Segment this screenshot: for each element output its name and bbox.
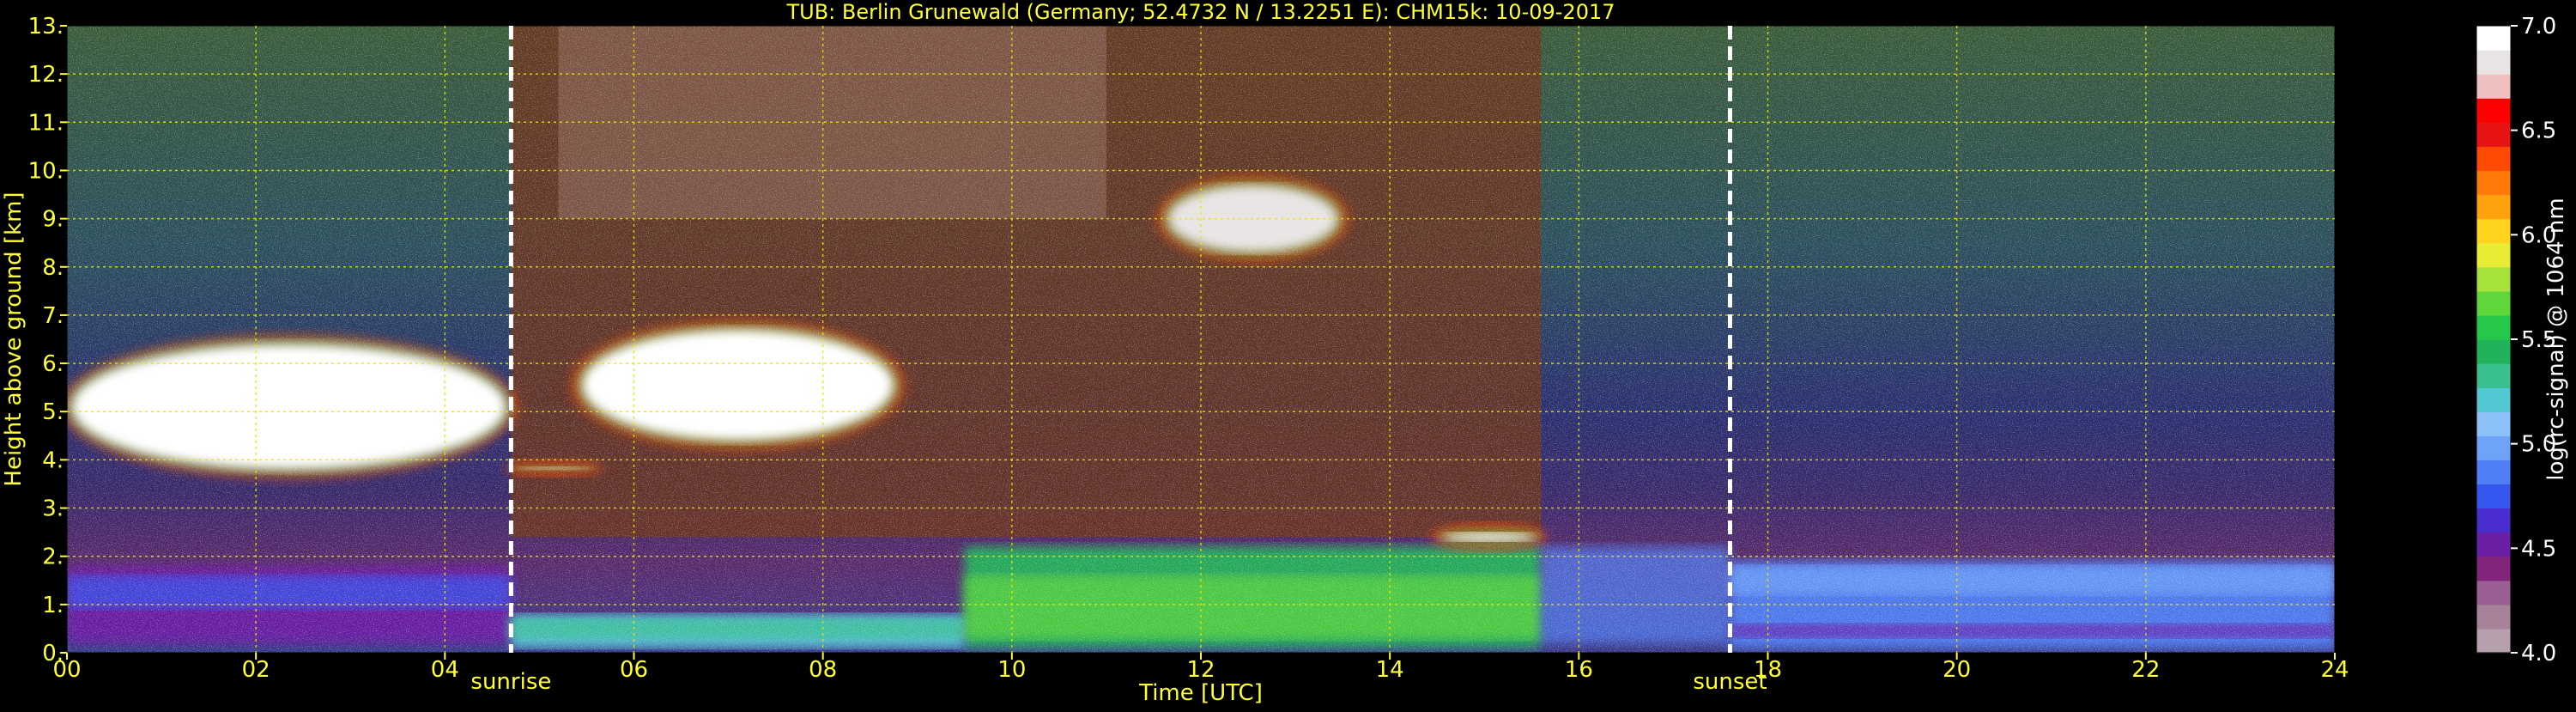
y-tick-label: 13. — [28, 14, 64, 40]
colorbar-segment — [2476, 411, 2511, 436]
colorbar-segment — [2476, 170, 2511, 196]
x-tick-label: 10 — [997, 657, 1026, 683]
plot-area — [67, 26, 2335, 653]
colorbar-tick-label: 6.5 — [2521, 119, 2556, 144]
y-tick-label: 8. — [42, 255, 64, 281]
colorbar-label: log(rc-signal) @ 1064 nm — [2543, 198, 2569, 480]
colorbar-segment — [2476, 314, 2511, 340]
colorbar-segment — [2476, 290, 2511, 316]
colorbar-segment — [2476, 122, 2511, 147]
colorbar-segment — [2476, 387, 2511, 412]
ceilometer-chart: sunrise sunset 00 02 04 06 08 10 12 14 16 18 20 22 24… — [1, 0, 2569, 706]
colorbar-segment — [2476, 484, 2511, 509]
y-tick-label: 6. — [42, 351, 64, 377]
y-tick-label: 11. — [28, 110, 64, 136]
x-tick-label: 20 — [1943, 657, 1971, 683]
y-axis: 0. 1. 2. 3. 4. 5. 6. 7. 8. 9. 10. 11. 12. 13. — [28, 14, 67, 666]
colorbar-segment — [2476, 98, 2511, 123]
colorbar-segment — [2476, 266, 2511, 292]
x-axis: 00 02 04 06 08 10 12 14 16 18 20 22 24 — [52, 653, 2349, 683]
colorbar-segment — [2476, 435, 2511, 460]
colorbar-segment — [2476, 74, 2511, 99]
colorbar-tick-label: 4.5 — [2521, 536, 2556, 562]
colorbar-segment — [2476, 363, 2511, 388]
y-tick-label: 4. — [42, 447, 64, 473]
y-tick-label: 7. — [42, 303, 64, 329]
colorbar-segment — [2476, 50, 2511, 75]
colorbar-segment — [2476, 194, 2511, 220]
chart-title: TUB: Berlin Grunewald (Germany; 52.4732 … — [785, 0, 1615, 24]
colorbar-segment — [2476, 339, 2511, 364]
colorbar-segment — [2476, 242, 2511, 268]
colorbar-segment — [2476, 532, 2511, 557]
x-tick-label: 18 — [1754, 657, 1782, 683]
y-tick-label: 3. — [42, 496, 64, 522]
x-tick-label: 24 — [2320, 657, 2349, 683]
colorbar-segment — [2476, 459, 2511, 485]
y-tick-label: 5. — [42, 399, 64, 425]
x-tick-label: 12 — [1186, 657, 1215, 683]
colorbar-segment — [2476, 580, 2511, 606]
y-tick-label: 12. — [28, 62, 64, 88]
x-tick-label: 16 — [1565, 657, 1593, 683]
colorbar-segment — [2476, 604, 2511, 630]
colorbar-tick-label: 7.0 — [2521, 14, 2556, 40]
colorbar-segment — [2476, 628, 2511, 654]
y-tick-label: 0. — [42, 641, 64, 666]
colorbar-tick-label: 4.0 — [2521, 641, 2556, 666]
x-tick-label: 02 — [242, 657, 270, 683]
colorbar-segment — [2476, 556, 2511, 581]
sunrise-label: sunrise — [470, 669, 551, 695]
x-axis-label: Time [UTC] — [1138, 680, 1263, 706]
x-tick-label: 06 — [620, 657, 648, 683]
y-tick-label: 1. — [42, 593, 64, 618]
y-tick-label: 9. — [42, 207, 64, 233]
ceilometer-figure: sunrise sunset 00 02 04 06 08 10 12 14 16 18 20 22 24… — [0, 0, 2576, 708]
colorbar-segment — [2476, 146, 2511, 172]
x-tick-label: 22 — [2131, 657, 2160, 683]
x-tick-label: 04 — [431, 657, 459, 683]
colorbar-segment — [2476, 508, 2511, 533]
x-tick-label: 08 — [809, 657, 837, 683]
x-tick-label: 14 — [1376, 657, 1404, 683]
y-tick-label: 10. — [28, 158, 64, 184]
colorbar-segment — [2476, 218, 2511, 244]
colorbar-segment — [2476, 26, 2511, 51]
y-axis-label: Height above ground [km] — [1, 192, 27, 486]
y-tick-label: 2. — [42, 545, 64, 570]
